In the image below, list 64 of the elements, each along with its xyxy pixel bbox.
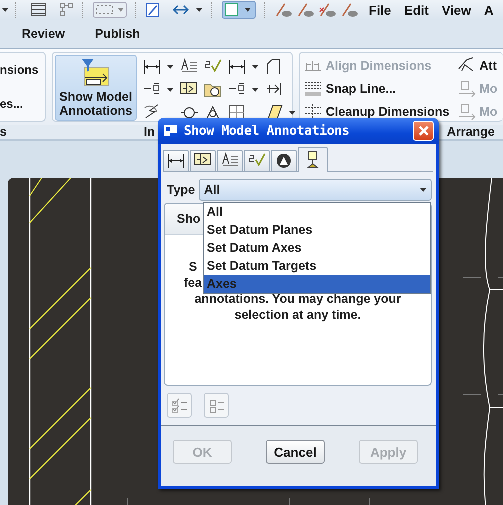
panel-tab[interactable]: Sho (177, 212, 201, 226)
group-label: s (0, 126, 7, 138)
view-button-icon[interactable] (222, 1, 256, 19)
caret-icon (420, 188, 427, 192)
ribbon-item[interactable]: Cleanup Dimensions (326, 104, 450, 119)
group-label: In (144, 126, 156, 138)
caret-icon[interactable] (167, 64, 174, 68)
dropdown-option[interactable]: Set Datum Planes (204, 221, 430, 239)
datum-target-icon (304, 151, 322, 169)
dimension-icon[interactable] (143, 58, 161, 76)
dropdown-option[interactable]: Set Datum Targets (204, 257, 430, 275)
text-lines-icon[interactable] (180, 58, 198, 76)
close-button[interactable] (413, 121, 434, 141)
show-model-annotations-button[interactable]: Show Model Annotations (55, 55, 137, 121)
menu-item[interactable]: File (369, 2, 392, 18)
caret-icon[interactable] (2, 8, 9, 12)
bracket-icon[interactable] (265, 58, 283, 76)
dimension-icon (167, 152, 185, 170)
group-label: Arrange (447, 126, 495, 138)
layers-icon[interactable] (30, 3, 48, 17)
dialog-tab[interactable] (190, 150, 216, 171)
ribbon-item[interactable]: nsions (0, 63, 45, 77)
dialog-tab[interactable] (271, 150, 297, 171)
edit-icon[interactable] (146, 2, 160, 18)
ribbon-tab[interactable]: Publish (95, 27, 140, 41)
caret-icon[interactable] (252, 88, 259, 92)
description-text: S (189, 260, 198, 274)
menu-item[interactable]: A (484, 2, 494, 18)
ribbon-tab[interactable]: Review (22, 27, 66, 41)
description-text: selection at any time. (234, 308, 362, 322)
type-dropdown[interactable]: All (199, 179, 432, 201)
tree-icon[interactable] (60, 3, 74, 17)
caret-icon[interactable] (167, 88, 174, 92)
type-label: Type (167, 183, 196, 197)
menu-item[interactable]: View (442, 2, 472, 18)
dialog-tab[interactable] (244, 150, 270, 171)
ribbon-item[interactable]: es... (0, 97, 45, 111)
caret-icon[interactable] (252, 64, 259, 68)
dropdown-option[interactable]: All (204, 203, 430, 221)
dimension-icon[interactable] (228, 58, 246, 76)
dialog-tab[interactable] (163, 150, 189, 171)
arrows-icon[interactable] (172, 3, 190, 17)
description-text: annotations. You may change your (194, 292, 402, 306)
checklist-icon (170, 396, 188, 414)
dialog-tab[interactable] (217, 150, 243, 171)
annotation-funnel-icon (81, 58, 111, 88)
sketch-icon[interactable] (143, 104, 161, 122)
lines-icon[interactable] (304, 80, 322, 98)
description-text: fea (184, 276, 202, 290)
ribbon-item[interactable]: Att (480, 59, 497, 74)
check-all-button[interactable] (167, 393, 192, 418)
spacing-icon[interactable] (304, 102, 322, 121)
dropdown-option[interactable]: Set Datum Axes (204, 239, 430, 257)
dialog-tab[interactable] (298, 147, 328, 172)
selection-box-icon[interactable] (93, 2, 127, 18)
ribbon-item[interactable]: Snap Line... (326, 82, 396, 96)
uncheck-all-button[interactable] (204, 393, 229, 418)
caret-icon[interactable] (289, 110, 296, 114)
window-title: Show Model Annotations (184, 124, 351, 138)
dialog-button[interactable]: Cancel (266, 440, 325, 464)
close-icon (418, 125, 430, 137)
caret-icon[interactable] (196, 8, 203, 12)
menu-item[interactable]: Edit (404, 2, 429, 18)
window-icon (163, 124, 179, 138)
